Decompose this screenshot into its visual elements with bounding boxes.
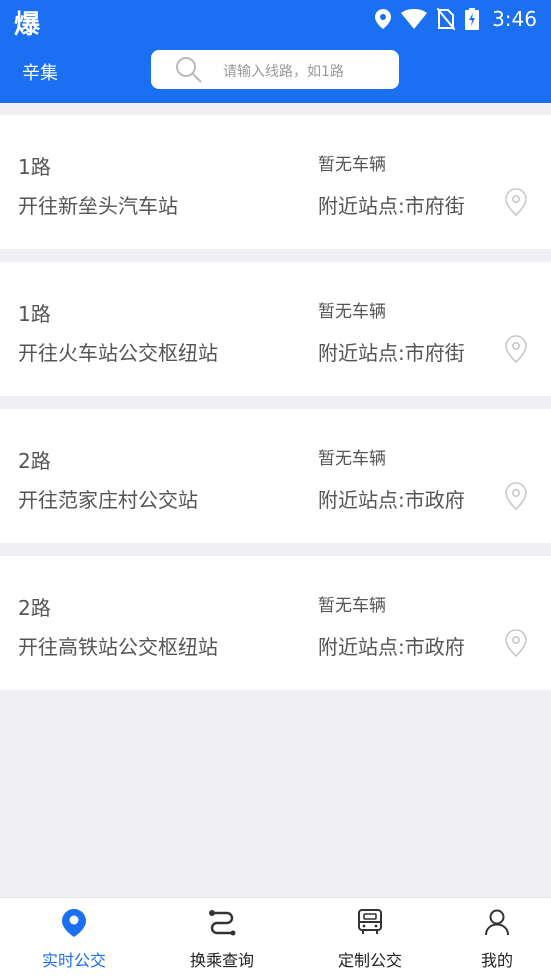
nearby-stop: 附近站点:市府街 bbox=[318, 341, 465, 365]
route-card[interactable]: 2路 开往范家庄村公交站 暂无车辆 附近站点:市政府 bbox=[0, 409, 551, 543]
route-name: 2路 bbox=[18, 449, 51, 473]
route-card[interactable]: 2路 开往高铁站公交枢纽站 暂无车辆 附近站点:市政府 bbox=[0, 556, 551, 690]
route-name: 1路 bbox=[18, 155, 51, 179]
vehicle-status: 暂无车辆 bbox=[318, 302, 386, 322]
bottom-tab-bar: 实时公交 换乘查询 定制公交 我的 bbox=[0, 897, 551, 980]
nearby-stop: 附近站点:市府街 bbox=[318, 194, 465, 218]
tab-label: 定制公交 bbox=[337, 951, 402, 970]
tab-mine[interactable]: 我的 bbox=[428, 898, 551, 980]
location-pin-icon[interactable] bbox=[505, 188, 527, 216]
tab-realtime-bus[interactable]: 实时公交 bbox=[5, 898, 143, 980]
location-icon bbox=[375, 9, 391, 29]
city-selector[interactable]: 辛集 bbox=[22, 59, 58, 85]
top-bar: 辛集 请输入线路，如1路 bbox=[0, 38, 551, 103]
clock: 3:46 bbox=[492, 7, 537, 31]
wifi-icon bbox=[401, 9, 427, 29]
route-destination: 开往高铁站公交枢纽站 bbox=[18, 635, 218, 659]
user-icon bbox=[485, 909, 509, 936]
route-destination: 开往火车站公交枢纽站 bbox=[18, 341, 218, 365]
route-name: 2路 bbox=[18, 596, 51, 620]
tab-label: 实时公交 bbox=[41, 951, 106, 970]
bus-icon bbox=[358, 909, 382, 934]
route-icon bbox=[209, 910, 236, 936]
tab-custom-bus[interactable]: 定制公交 bbox=[301, 898, 439, 980]
route-card[interactable]: 1路 开往新垒头汽车站 暂无车辆 附近站点:市府街 bbox=[0, 115, 551, 249]
location-pin-icon[interactable] bbox=[505, 482, 527, 510]
vehicle-status: 暂无车辆 bbox=[318, 596, 386, 616]
route-destination: 开往新垒头汽车站 bbox=[18, 194, 178, 218]
status-icons bbox=[375, 8, 479, 30]
nearby-stop: 附近站点:市政府 bbox=[318, 488, 465, 512]
route-name: 1路 bbox=[18, 302, 51, 326]
location-pin-icon[interactable] bbox=[505, 335, 527, 363]
vehicle-status: 暂无车辆 bbox=[318, 449, 386, 469]
tab-transfer-query[interactable]: 换乘查询 bbox=[153, 898, 291, 980]
search-input[interactable]: 请输入线路，如1路 bbox=[151, 50, 399, 89]
app-notification-icon: 爆 bbox=[14, 10, 41, 40]
tab-label: 我的 bbox=[480, 951, 513, 970]
search-placeholder: 请输入线路，如1路 bbox=[223, 64, 344, 80]
tab-label: 换乘查询 bbox=[189, 951, 254, 970]
nearby-stop: 附近站点:市政府 bbox=[318, 635, 465, 659]
status-bar: 爆 3:46 bbox=[0, 0, 551, 40]
battery-icon bbox=[465, 8, 479, 30]
route-list: 1路 开往新垒头汽车站 暂无车辆 附近站点:市府街 1路 开往火车站公交枢纽站 … bbox=[0, 115, 551, 703]
search-icon bbox=[176, 57, 202, 83]
location-pin-icon[interactable] bbox=[505, 629, 527, 657]
route-destination: 开往范家庄村公交站 bbox=[18, 488, 198, 512]
map-pin-icon bbox=[62, 909, 86, 937]
no-sim-icon bbox=[437, 8, 455, 30]
route-card[interactable]: 1路 开往火车站公交枢纽站 暂无车辆 附近站点:市府街 bbox=[0, 262, 551, 396]
vehicle-status: 暂无车辆 bbox=[318, 155, 386, 175]
